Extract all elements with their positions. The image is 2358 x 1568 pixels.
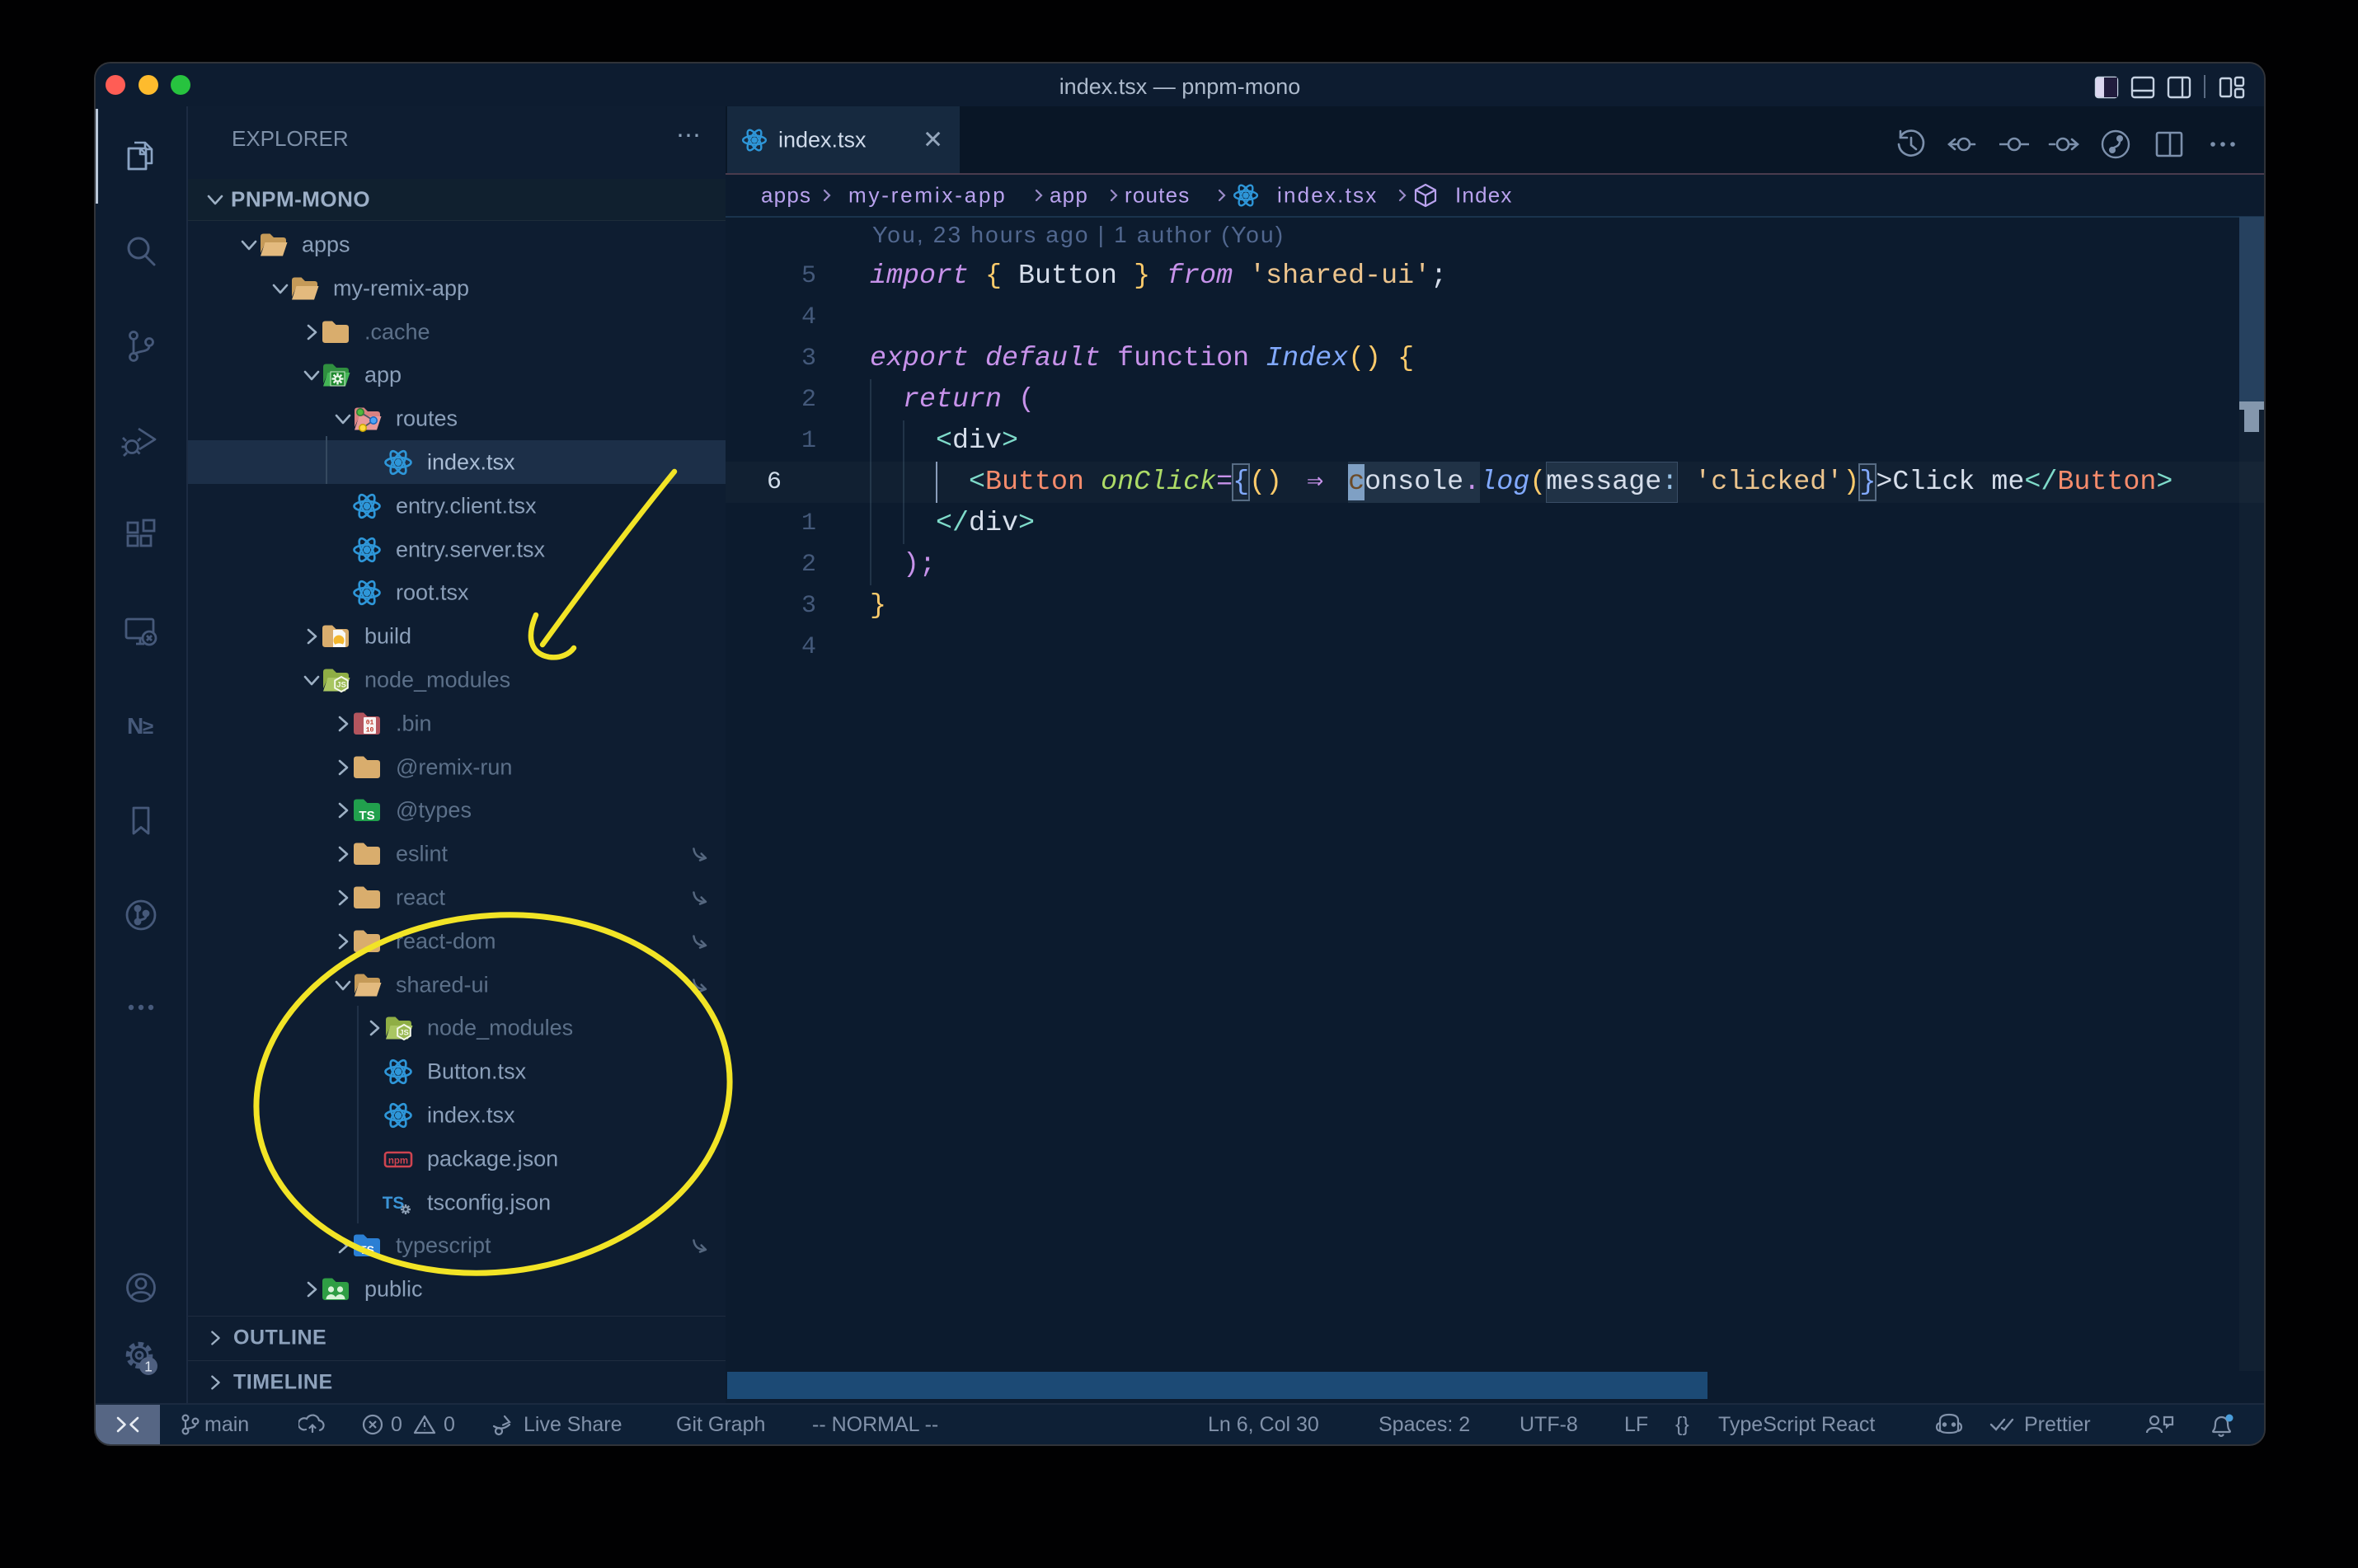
- svg-text:N: N: [127, 713, 143, 739]
- svg-text:≥: ≥: [143, 716, 153, 739]
- svg-text:1: 1: [144, 1359, 153, 1375]
